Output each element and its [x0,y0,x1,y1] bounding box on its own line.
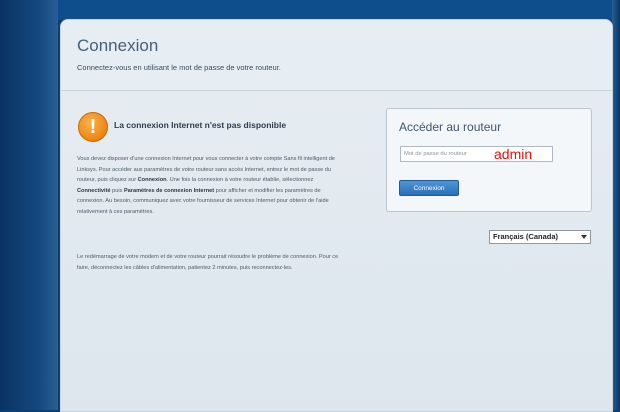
language-select[interactable]: Français (Canada) [489,230,591,244]
page-header: Connexion Connectez-vous en utilisant le… [61,20,612,91]
message-text: puis [110,187,124,194]
language-select-value: Français (Canada) [493,232,559,241]
chevron-down-icon [581,235,587,239]
window-frame-left [0,0,58,410]
router-password-input[interactable] [400,146,553,162]
page-subtitle: Connectez-vous en utilisant le mot de pa… [77,63,281,72]
connexion-button[interactable]: Connexion [399,180,459,196]
message-strong-connectivite: Connectivité [77,187,111,194]
exclamation-icon: ! [78,112,108,142]
login-panel: Connexion Connectez-vous en utilisant le… [60,19,613,412]
page-title: Connexion [77,36,159,55]
window-frame-right [612,0,620,410]
top-bar [58,0,612,20]
warning-title: La connexion Internet n'est pas disponib… [114,120,287,130]
message-paragraph-2: Le redémarrage de votre modem et de votr… [77,254,339,271]
message-strong-connexion: Connexion [137,177,167,183]
message-text: . Une fois la connexion à votre routeur … [166,177,314,183]
router-login-box: Accéder au routeur admin Connexion [386,108,592,212]
message-paragraph-1: Vous devez disposer d'une connexion Inte… [77,154,342,217]
login-title: Accéder au routeur [399,120,502,134]
message-strong-parametres: Paramètres de connexion Internet [123,187,215,194]
